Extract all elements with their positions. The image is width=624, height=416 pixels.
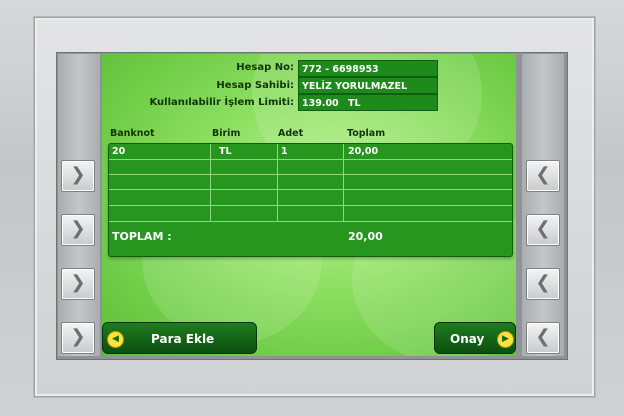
left-function-key-1[interactable]: ❯ [61, 160, 95, 192]
left-function-key-2[interactable]: ❯ [61, 214, 95, 246]
chevron-left-icon: ❮ [535, 164, 551, 185]
cell-toplam: 20,00 [348, 146, 379, 157]
chevron-right-icon: ❯ [70, 272, 86, 293]
onay-label: Onay [450, 332, 485, 346]
column-header-adet: Adet [278, 128, 304, 139]
left-key-panel [58, 54, 100, 356]
column-header-birim: Birim [212, 128, 241, 139]
row-divider [109, 189, 512, 190]
arrow-left-circle-icon: ◀ [107, 331, 124, 348]
row-divider [109, 174, 512, 175]
chevron-left-icon: ❮ [535, 272, 551, 293]
cell-adet: 1 [281, 146, 288, 157]
hesap-sahibi-label: Hesap Sahibi: [216, 80, 294, 91]
chevron-left-icon: ❮ [535, 326, 551, 347]
chevron-left-icon: ❮ [535, 218, 551, 239]
limit-currency: TL [347, 98, 361, 109]
arrow-right-circle-icon: ▶ [497, 331, 514, 348]
chevron-right-icon: ❯ [70, 326, 86, 347]
column-header-banknot: Banknot [110, 128, 155, 139]
limit-value-box: 139.00 TL [298, 94, 438, 111]
limit-value: 139.00 [302, 98, 339, 109]
column-divider [210, 144, 211, 221]
chevron-right-icon: ❯ [70, 164, 86, 185]
row-divider [109, 159, 512, 160]
right-function-key-1[interactable]: ❮ [526, 160, 560, 192]
total-value: 20,00 [348, 230, 383, 243]
atm-screen: Hesap No: 772 - 6698953 Hesap Sahibi: YE… [102, 54, 516, 356]
onay-button[interactable]: Onay ▶ [434, 322, 516, 354]
para-ekle-label: Para Ekle [151, 332, 215, 346]
right-key-panel [522, 54, 564, 356]
right-function-key-3[interactable]: ❮ [526, 268, 560, 300]
cell-birim: TL [219, 146, 232, 157]
hesap-no-value: 772 - 6698953 [298, 60, 438, 77]
chevron-right-icon: ❯ [70, 218, 86, 239]
left-function-key-3[interactable]: ❯ [61, 268, 95, 300]
limit-label: Kullanılabilir İşlem Limiti: [149, 97, 294, 108]
left-function-key-4[interactable]: ❯ [61, 322, 95, 354]
row-divider [109, 205, 512, 206]
banknote-table: 20 TL 1 20,00 TOPLAM : 20,00 [108, 143, 513, 257]
right-function-key-2[interactable]: ❮ [526, 214, 560, 246]
hesap-sahibi-value: YELİZ YORULMAZEL [298, 77, 438, 94]
para-ekle-button[interactable]: ◀ Para Ekle [102, 322, 257, 354]
total-label: TOPLAM : [112, 230, 172, 243]
hesap-no-label: Hesap No: [236, 62, 294, 73]
cell-banknot: 20 [112, 146, 126, 157]
right-function-key-4[interactable]: ❮ [526, 322, 560, 354]
column-header-toplam: Toplam [347, 128, 386, 139]
row-divider [109, 221, 512, 222]
column-divider [343, 144, 344, 221]
column-divider [277, 144, 278, 221]
